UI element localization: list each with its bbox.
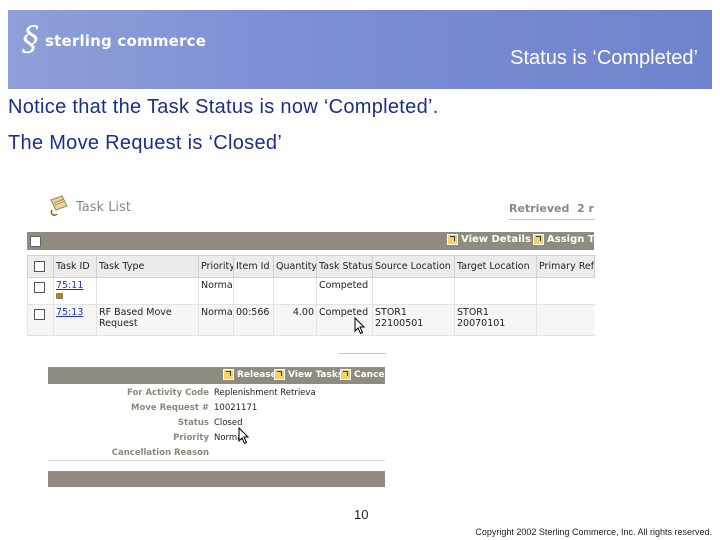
column-header[interactable]: Quantity [273,255,317,278]
priority-cell: Normal [198,277,234,305]
field-label: Status [177,418,209,428]
notice-line-2: The Move Request is ‘Closed’ [8,132,283,154]
target-location-cell [454,277,537,305]
row-checkbox[interactable] [34,282,45,293]
primary-ref-cell [536,277,595,305]
item-id-cell: 00:566 [233,304,274,336]
field-label: For Activity Code [127,388,209,398]
logo-text: sterling commerce [45,32,207,50]
release-button[interactable]: Release [223,369,277,380]
sterling-commerce-logo: § sterling commerce [22,22,206,56]
column-header[interactable]: Target Location [454,255,537,278]
retrieved-label: Retrieved [509,202,570,215]
move-request-toolbar: Release View Tasks Cancel [48,367,388,384]
move-request-footer-bar [48,471,385,487]
lock-icon [56,293,63,299]
table-row[interactable]: 75:13 RF Based Move Request Normal 00:56… [27,304,595,336]
column-header[interactable]: Priority [198,255,234,278]
task-list-icon [50,195,68,216]
assign-to-button[interactable]: Assign To [533,234,600,245]
task-status-cell: Competed [316,277,373,305]
view-tasks-button[interactable]: View Tasks [274,369,343,380]
view-details-label: View Details [461,234,531,245]
source-location-cell: STOR1 22100501 [372,304,455,336]
row-checkbox-cell [27,304,54,336]
field-value: Replenishment Retrieva [214,388,316,398]
table-header-row: Task ID Task Type Priority Item Id Quant… [27,255,595,278]
cancel-icon [340,369,351,380]
select-all-checkbox[interactable] [30,236,41,247]
column-header[interactable]: Task Status [316,255,373,278]
column-header[interactable]: Item Id [233,255,274,278]
quantity-cell: 4.00 [273,304,317,336]
source-location-cell [372,277,455,305]
assign-to-label: Assign To [547,234,601,245]
slide-title: Status is ‘Completed’ [510,47,698,69]
column-header[interactable]: Task ID [53,255,97,278]
task-id-cell: 75:11 [53,277,97,305]
column-header[interactable]: Source Location [372,255,455,278]
cancel-label: Cancel [354,369,388,380]
header-checkbox-cell [27,255,54,278]
task-id-link[interactable]: 75:11 [56,280,83,291]
view-details-button[interactable]: View Details [447,234,531,245]
table-row[interactable]: 75:11 Normal Competed [27,277,595,305]
row-checkbox-cell [27,277,54,305]
column-header[interactable]: Primary Ref [536,255,595,278]
priority-cell: Normal [198,304,234,336]
column-header[interactable]: Task Type [96,255,199,278]
field-label: Cancellation Reason [111,448,209,458]
field-label: Priority [173,433,209,443]
view-tasks-icon [274,369,285,380]
move-request-details: For Activity Code Replenishment Retrieva… [48,384,385,459]
view-details-icon [447,234,458,245]
task-table: Task ID Task Type Priority Item Id Quant… [27,255,595,336]
retrieved-count: 2 r [577,202,594,215]
mouse-cursor-icon [238,427,250,445]
mouse-cursor-icon [354,317,366,335]
divider [48,460,385,461]
primary-ref-cell [536,304,595,336]
assign-to-icon [533,234,544,245]
release-icon [223,369,234,380]
view-tasks-label: View Tasks [288,369,344,380]
notice-line-1: Notice that the Task Status is now ‘Comp… [8,96,439,118]
header-banner: § sterling commerce Status is ‘Completed… [8,10,712,89]
divider [338,353,386,354]
task-id-link[interactable]: 75:13 [56,307,83,318]
logo-icon: § [22,19,39,59]
page-number: 10 [354,507,369,522]
field-label: Move Request # [131,403,209,413]
task-type-cell: RF Based Move Request [96,304,199,336]
target-location-cell: STOR1 20070101 [454,304,537,336]
task-list-toolbar: View Details Assign To [27,232,600,250]
quantity-cell [273,277,317,305]
item-id-cell [233,277,274,305]
header-checkbox[interactable] [34,260,45,272]
task-list-title: Task List [76,200,131,215]
release-label: Release [237,369,277,380]
field-value: 10021171 [214,403,258,413]
row-checkbox[interactable] [34,309,45,320]
task-id-cell: 75:13 [53,304,97,336]
divider [508,219,594,220]
cancel-button[interactable]: Cancel [340,369,388,380]
task-type-cell [96,277,199,305]
copyright-text: Copyright 2002 Sterling Commerce, Inc. A… [475,527,712,537]
